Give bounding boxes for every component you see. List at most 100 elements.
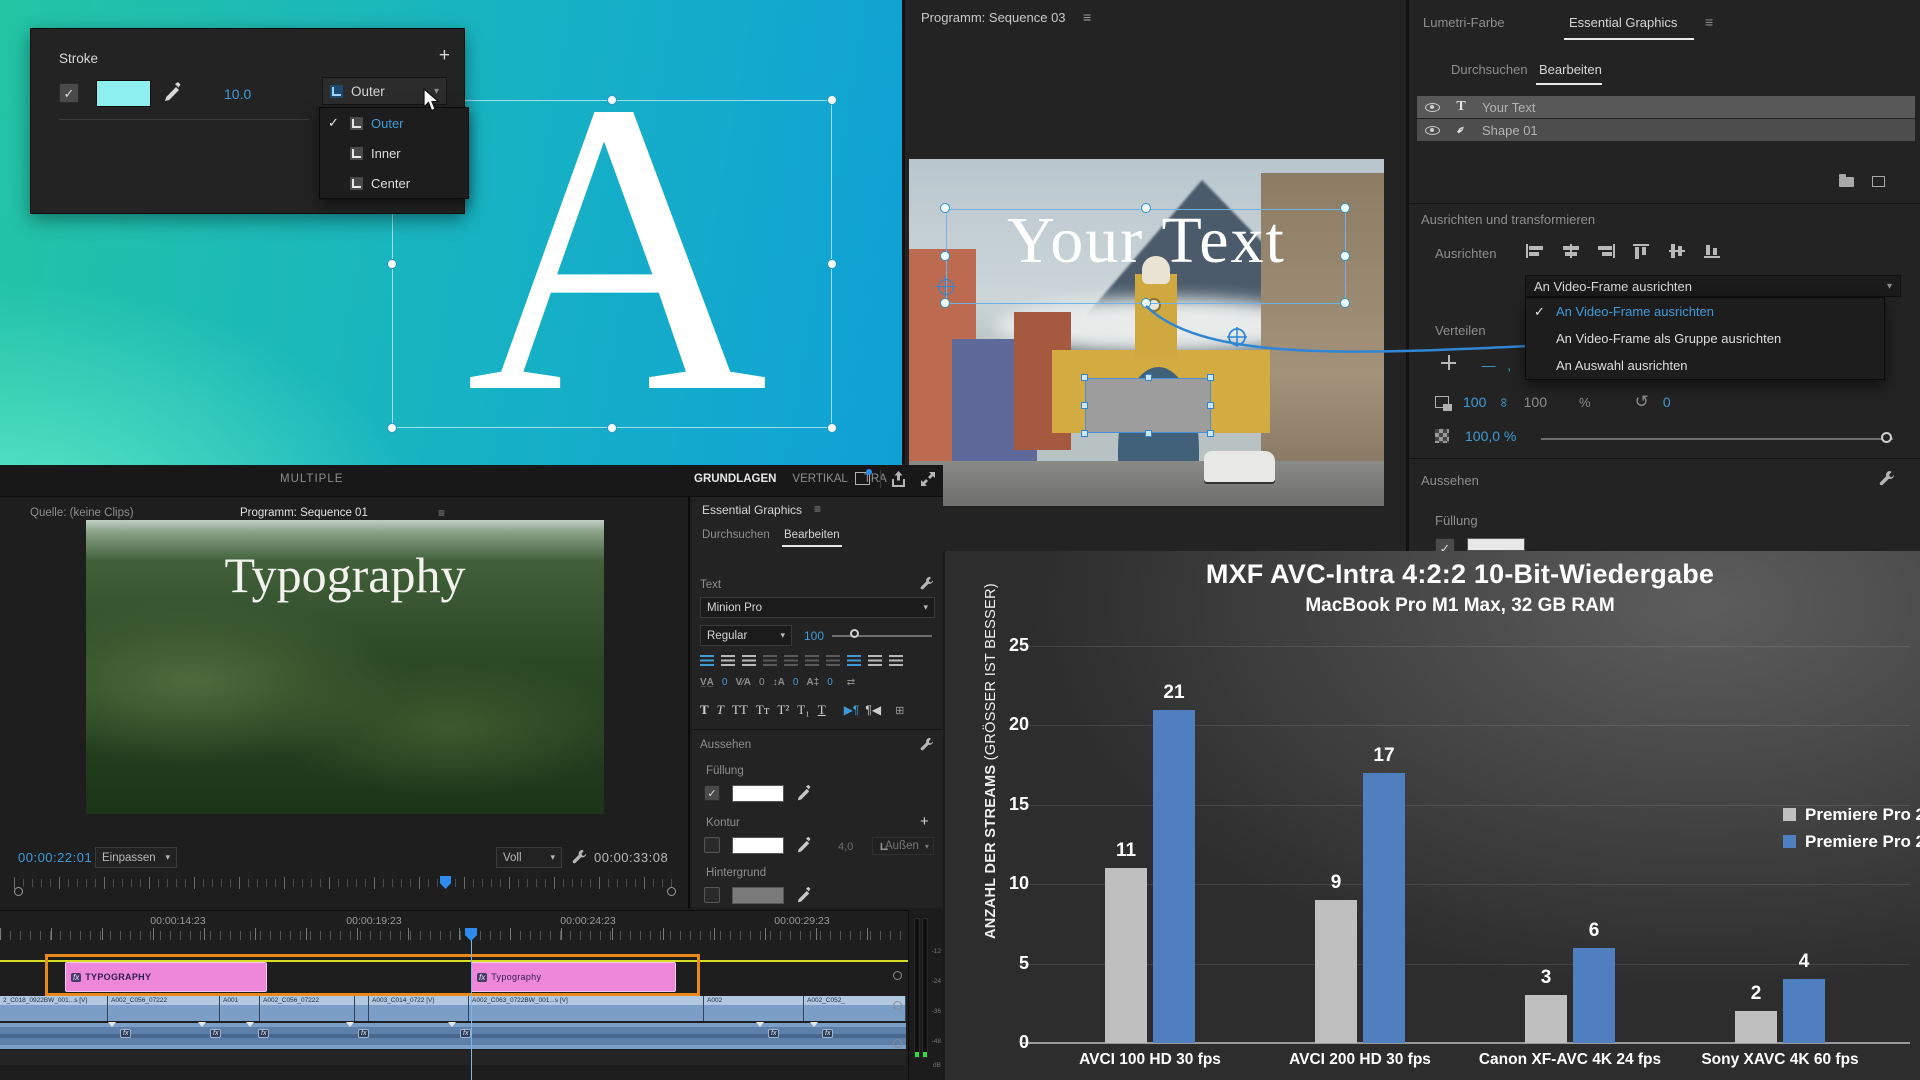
shape-handle[interactable] <box>1081 374 1088 381</box>
tab-lumetri-farbe[interactable]: Lumetri-Farbe <box>1423 15 1505 30</box>
subtab-durchsuchen[interactable]: Durchsuchen <box>702 529 770 541</box>
stroke-enabled-checkbox[interactable]: ✓ <box>59 83 79 103</box>
shape-handle[interactable] <box>1081 402 1088 409</box>
video-clip[interactable]: A002_C056_07222 <box>260 996 355 1021</box>
selection-handle[interactable] <box>1340 251 1350 261</box>
track-scroll-dot[interactable] <box>893 1039 902 1048</box>
selection-handle[interactable] <box>607 95 617 105</box>
justify-full-icon[interactable] <box>826 655 840 666</box>
anchor-point-icon[interactable] <box>938 279 954 295</box>
link-icon[interactable]: ∞ <box>1498 397 1513 406</box>
indent-icon[interactable]: ⇄ <box>847 677 855 688</box>
justify-last-center-icon[interactable] <box>868 655 882 666</box>
chart-bar[interactable] <box>1315 900 1357 1043</box>
video-clip[interactable]: 2_C018_0922BW_001...s [V] <box>0 996 108 1021</box>
selection-handle[interactable] <box>387 259 397 269</box>
background-checkbox[interactable] <box>704 887 720 903</box>
subscript-button[interactable]: T₁ <box>797 702 809 718</box>
ltr-paragraph-button[interactable]: ▶¶ <box>844 703 860 717</box>
add-stroke-button[interactable]: + <box>439 45 450 67</box>
program-tab[interactable]: Programm: Sequence 01 <box>240 507 368 519</box>
rtl-paragraph-button[interactable]: ¶◀ <box>865 703 881 717</box>
underline-button[interactable]: T <box>818 702 826 718</box>
selection-handle[interactable] <box>1340 203 1350 213</box>
fill-checkbox[interactable]: ✓ <box>704 785 720 801</box>
timeline-ruler[interactable]: 00:00:14:2300:00:19:2300:00:24:2300:00:2… <box>0 915 908 929</box>
fill-color-swatch[interactable] <box>1467 538 1525 551</box>
quality-dropdown[interactable]: Voll ▾ <box>496 847 562 868</box>
align-center-horizontal-icon[interactable] <box>1561 243 1581 259</box>
small-caps-button[interactable]: Tᴛ <box>756 702 770 718</box>
workspace-switcher-icon[interactable] <box>855 472 870 485</box>
chart-bar[interactable] <box>1735 1011 1777 1043</box>
program-video-frame[interactable]: Your Text <box>909 159 1384 506</box>
tracking-value[interactable]: 0 <box>722 677 728 688</box>
italic-button[interactable]: T <box>717 702 724 718</box>
panel-menu-icon[interactable]: ≡ <box>1083 9 1091 25</box>
source-tab[interactable]: Quelle: (keine Clips) <box>30 507 134 519</box>
font-style-dropdown[interactable]: Regular ▾ <box>700 625 792 646</box>
opacity-slider-knob[interactable] <box>1881 432 1892 443</box>
video-clip[interactable] <box>355 996 369 1021</box>
selection-handle[interactable] <box>827 95 837 105</box>
position-x-value[interactable]: — <box>1482 357 1496 373</box>
current-timecode[interactable]: 00:00:22:01 <box>18 850 92 865</box>
layer-row-shape-01[interactable]: ✒ Shape 01 <box>1417 119 1915 141</box>
layer-row-your-text[interactable]: T Your Text <box>1417 96 1915 118</box>
menu-item-selection[interactable]: An Auswahl ausrichten <box>1526 352 1884 379</box>
rotation-value[interactable]: 0 <box>1663 394 1671 410</box>
stroke-type-dropdown[interactable]: Außen ▾ <box>872 837 934 855</box>
track-scroll-dot[interactable] <box>893 1001 902 1010</box>
video-clip[interactable]: A001 <box>220 996 260 1021</box>
video-clip[interactable]: A002_C056_07222 <box>108 996 220 1021</box>
shape-handle[interactable] <box>1081 430 1088 437</box>
menu-item-center[interactable]: Center <box>320 168 468 198</box>
shape-handle[interactable] <box>1145 430 1152 437</box>
menu-item-inner[interactable]: Inner <box>320 138 468 168</box>
selection-handle[interactable] <box>387 423 397 433</box>
wrench-icon[interactable] <box>1879 470 1895 486</box>
eyedropper-icon[interactable] <box>796 784 811 802</box>
justify-center-icon[interactable] <box>784 655 798 666</box>
selection-handle[interactable] <box>940 203 950 213</box>
shape-handle[interactable] <box>1207 374 1214 381</box>
menu-item-outer[interactable]: ✓ Outer <box>320 108 468 138</box>
chart-bar[interactable] <box>1783 979 1825 1043</box>
justify-last-right-icon[interactable] <box>889 655 903 666</box>
justify-left-icon[interactable] <box>763 655 777 666</box>
shape-handle[interactable] <box>1145 374 1152 381</box>
justify-right-icon[interactable] <box>805 655 819 666</box>
scale-y-value[interactable]: 100 <box>1524 394 1547 410</box>
video-clip[interactable]: A002_C063_0722BW_001...s [V] <box>469 996 704 1021</box>
export-icon[interactable] <box>891 471 906 488</box>
chart-bar[interactable] <box>1525 995 1567 1043</box>
panel-menu-icon[interactable]: ≡ <box>1705 14 1713 30</box>
selection-handle[interactable] <box>827 259 837 269</box>
tabs-dialog-icon[interactable]: ⊞ <box>895 704 904 717</box>
superscript-button[interactable]: T² <box>777 702 789 718</box>
video-clip[interactable]: A002 <box>704 996 804 1021</box>
opacity-slider[interactable] <box>1541 438 1893 440</box>
font-size-slider[interactable] <box>832 635 932 637</box>
bold-button[interactable]: T <box>700 702 709 718</box>
scrubber[interactable] <box>14 877 676 897</box>
subtab-bearbeiten[interactable]: Bearbeiten <box>1539 62 1602 77</box>
video-frame-jungle[interactable]: Typography <box>86 520 604 814</box>
selection-handle[interactable] <box>827 423 837 433</box>
shape-handle[interactable] <box>1207 402 1214 409</box>
kerning-value[interactable]: 0 <box>759 677 765 688</box>
fit-dropdown[interactable]: Einpassen ▾ <box>95 847 177 868</box>
chart-bar[interactable] <box>1105 868 1147 1043</box>
all-caps-button[interactable]: TT <box>732 702 748 718</box>
eyedropper-icon[interactable] <box>796 836 811 854</box>
chart-bar[interactable] <box>1153 710 1195 1043</box>
eye-icon[interactable] <box>1425 126 1440 135</box>
settings-wrench-icon[interactable] <box>572 849 587 864</box>
selection-handle[interactable] <box>940 298 950 308</box>
fill-color-swatch[interactable] <box>732 785 784 802</box>
workspace-tab-vertikal[interactable]: VERTIKAL <box>792 473 847 485</box>
font-size-value[interactable]: 100 <box>804 629 824 643</box>
shape-rectangle[interactable] <box>1085 378 1211 433</box>
new-folder-icon[interactable] <box>1839 177 1854 187</box>
font-family-dropdown[interactable]: Minion Pro ▾ <box>700 597 935 618</box>
